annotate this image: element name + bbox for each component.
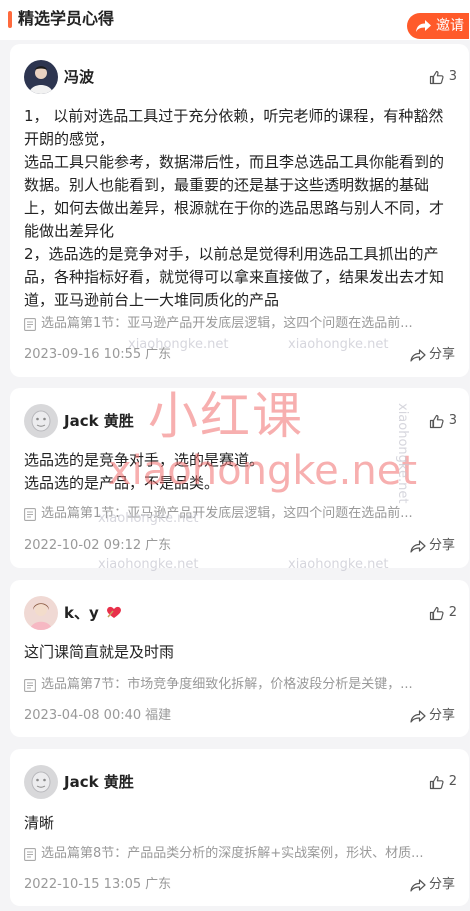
post-content: 选品选的是竞争对手，选的是赛道。 选品选的是产品，不是品类。 <box>24 451 265 492</box>
username[interactable]: Jack 黄胜 <box>64 772 134 792</box>
like-count: 3 <box>448 413 457 428</box>
avatar <box>24 404 58 438</box>
post-date: 2022-10-02 09:12 <box>24 538 142 553</box>
heart-emoji-icon <box>107 606 121 618</box>
share-button[interactable]: 分享 <box>410 346 455 364</box>
share-label: 分享 <box>428 347 455 362</box>
avatar <box>24 596 58 630</box>
username[interactable]: k、y <box>64 603 123 623</box>
username-text: k、y <box>64 604 99 622</box>
thumb-up-icon <box>429 606 444 620</box>
like-count: 3 <box>448 69 457 84</box>
post-content: 1， 以前对选品工具过于充分依赖，听完老师的课程，有种豁然开朗的感觉， 选品工具… <box>24 107 445 309</box>
lesson-source-link[interactable]: 选品篇第1节：亚马逊产品开发底层逻辑，这四个问题在选品前... <box>24 315 447 333</box>
like-count: 2 <box>448 605 457 620</box>
document-icon <box>24 678 36 692</box>
post-meta: 2022-10-02 09:12 广东 <box>24 537 171 555</box>
post-date: 2022-10-15 13:05 <box>24 877 142 892</box>
share-label: 分享 <box>428 538 455 553</box>
lesson-source-text: 选品篇第1节：亚马逊产品开发底层逻辑，这四个问题在选品前... <box>41 316 413 331</box>
invite-label: 邀请 <box>436 18 464 34</box>
like-button[interactable]: 3 <box>429 411 457 431</box>
section-title: 精选学员心得 <box>18 9 115 28</box>
share-button[interactable]: 分享 <box>410 707 455 725</box>
share-label: 分享 <box>428 708 455 723</box>
share-icon <box>410 348 426 362</box>
share-button[interactable]: 分享 <box>410 876 455 894</box>
username[interactable]: Jack 黄胜 <box>64 411 134 431</box>
lesson-source-text: 选品篇第1节：亚马逊产品开发底层逻辑，这四个问题在选品前... <box>41 506 413 521</box>
like-button[interactable]: 2 <box>429 772 457 792</box>
post-date: 2023-09-16 10:55 <box>24 347 142 362</box>
post-date: 2023-04-08 00:40 <box>24 708 142 723</box>
post-location: 广东 <box>145 347 172 362</box>
post-meta: 2022-10-15 13:05 广东 <box>24 876 171 894</box>
thumb-up-icon <box>429 414 444 428</box>
like-button[interactable]: 2 <box>429 603 457 623</box>
like-count: 2 <box>448 774 457 789</box>
share-icon <box>410 709 426 723</box>
post-content: 这门课简直就是及时雨 <box>24 643 175 661</box>
thumb-up-icon <box>429 70 444 84</box>
lesson-source-link[interactable]: 选品篇第1节：亚马逊产品开发底层逻辑，这四个问题在选品前... <box>24 505 447 523</box>
post-meta: 2023-04-08 00:40 福建 <box>24 707 171 725</box>
document-icon <box>24 847 36 861</box>
lesson-source-link[interactable]: 选品篇第8节：产品品类分析的深度拆解+实战案例，形状、材质... <box>24 845 447 863</box>
post-card: Jack 黄胜 2 清晰 选品篇第8节：产品品类分析的深度拆解+实战案例，形状、… <box>10 749 469 906</box>
header-accent-bar <box>8 11 12 28</box>
post-card: Jack 黄胜 3 选品选的是竞争对手，选的是赛道。 选品选的是产品，不是品类。… <box>10 388 469 568</box>
like-button[interactable]: 3 <box>429 67 457 87</box>
share-icon <box>410 878 426 892</box>
post-location: 广东 <box>145 877 172 892</box>
post-meta: 2023-09-16 10:55 广东 <box>24 346 171 364</box>
avatar <box>24 60 58 94</box>
avatar <box>24 765 58 799</box>
share-icon <box>410 539 426 553</box>
share-arrow-icon <box>416 20 431 32</box>
section-header: 精选学员心得 <box>0 0 470 40</box>
post-location: 福建 <box>145 708 172 723</box>
lesson-source-text: 选品篇第8节：产品品类分析的深度拆解+实战案例，形状、材质... <box>41 846 424 861</box>
lesson-source-text: 选品篇第7节：市场竞争度细致化拆解，价格波段分析是关键，... <box>41 677 413 692</box>
thumb-up-icon <box>429 775 444 789</box>
post-card: 冯波 3 1， 以前对选品工具过于充分依赖，听完老师的课程，有种豁然开朗的感觉，… <box>10 44 469 377</box>
invite-button[interactable]: 邀请 <box>407 13 469 39</box>
document-icon <box>24 507 36 521</box>
post-card: k、y 2 这门课简直就是及时雨 选品篇第7节：市场竞争度细致化拆解，价格波段分… <box>10 580 469 737</box>
share-button[interactable]: 分享 <box>410 537 455 555</box>
username[interactable]: 冯波 <box>64 67 94 87</box>
document-icon <box>24 317 36 331</box>
post-content: 清晰 <box>24 814 55 832</box>
lesson-source-link[interactable]: 选品篇第7节：市场竞争度细致化拆解，价格波段分析是关键，... <box>24 676 447 694</box>
post-location: 广东 <box>145 538 172 553</box>
share-label: 分享 <box>428 877 455 892</box>
